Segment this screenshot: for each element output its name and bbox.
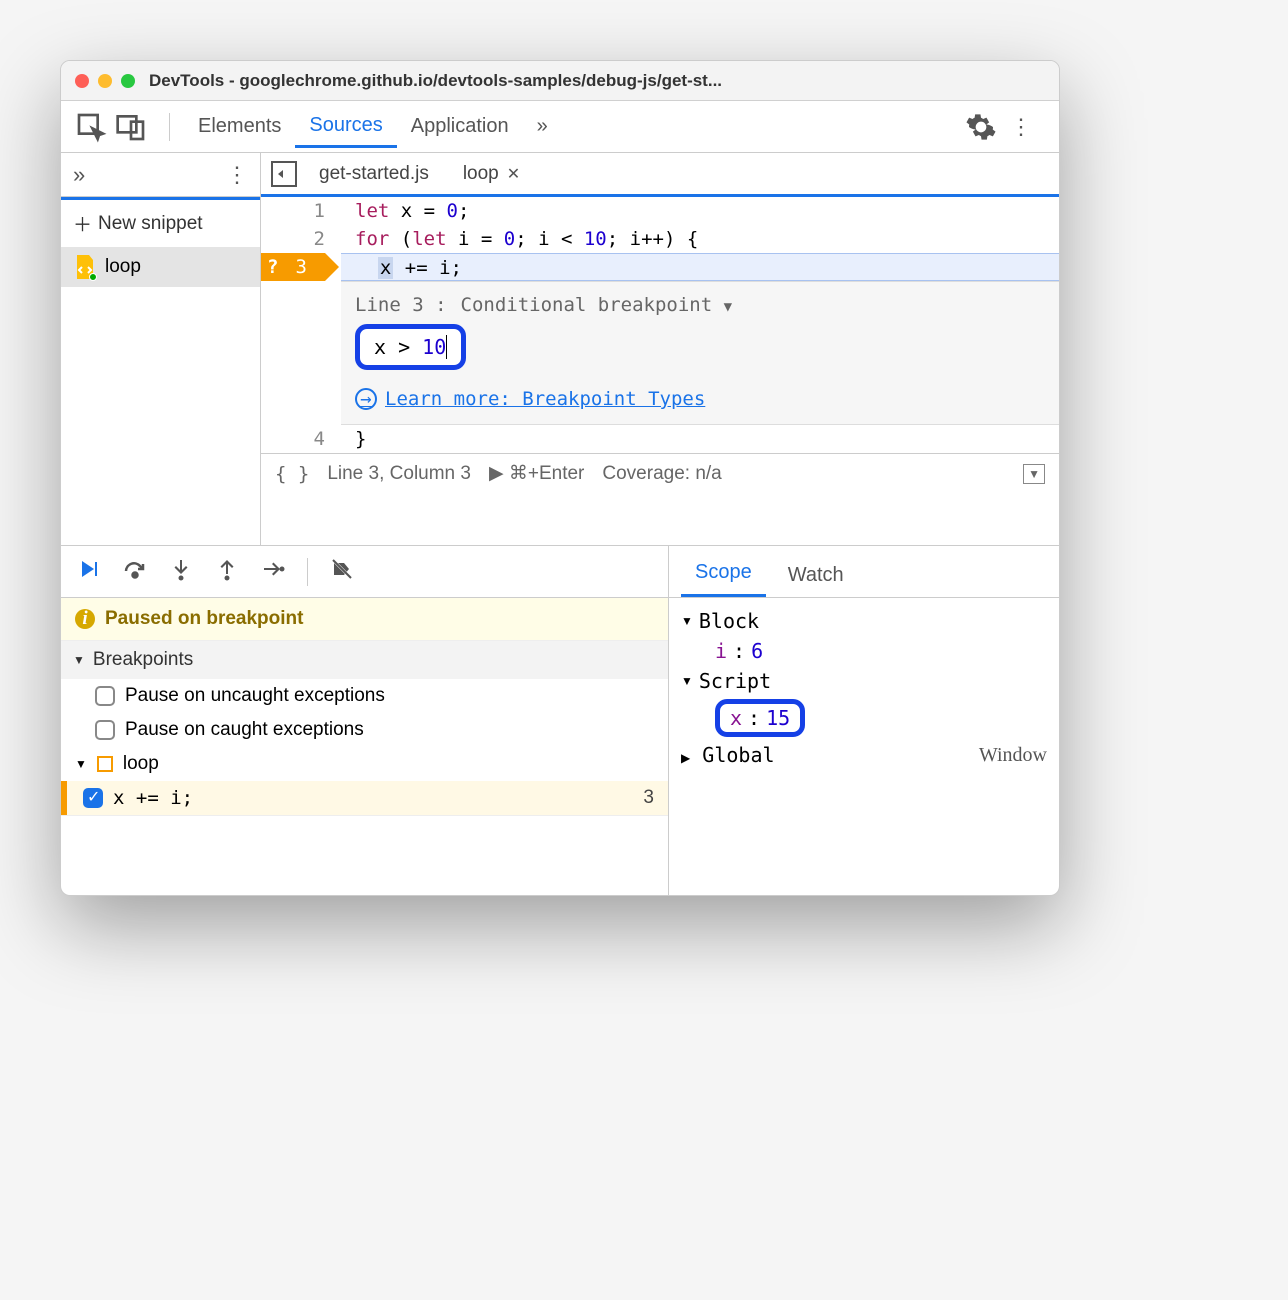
device-toggle-icon[interactable] — [115, 111, 147, 143]
disclosure-triangle-icon: ▼ — [73, 653, 85, 667]
pause-caught-label: Pause on caught exceptions — [125, 719, 364, 741]
scope-group[interactable]: ▼Block — [681, 606, 1047, 636]
arrow-circle-icon: → — [355, 388, 377, 410]
debugger-panel: i Paused on breakpoint ▼ Breakpoints Pau… — [61, 546, 669, 895]
format-icon[interactable]: { } — [275, 463, 309, 485]
resume-icon[interactable] — [77, 557, 101, 586]
step-over-icon[interactable] — [123, 557, 147, 586]
sidebar-head: » ⋮ — [61, 153, 260, 197]
devtools-window: DevTools - googlechrome.github.io/devtoo… — [60, 60, 1060, 896]
coverage-label: Coverage: n/a — [602, 463, 721, 485]
line-number[interactable]: 2 — [261, 225, 325, 253]
scope-group[interactable]: ▼Script — [681, 666, 1047, 696]
titlebar: DevTools - googlechrome.github.io/devtoo… — [61, 61, 1059, 101]
snippets-sidebar: » ⋮ ＋ New snippet loop — [61, 153, 261, 545]
inspect-icon[interactable] — [75, 111, 107, 143]
learn-more-link[interactable]: →Learn more: Breakpoint Types — [355, 388, 1059, 410]
bp-line-number: 3 — [643, 787, 654, 809]
close-icon[interactable]: ✕ — [507, 164, 520, 184]
file-tab-label: get-started.js — [319, 163, 429, 185]
new-snippet-button[interactable]: ＋ New snippet — [61, 200, 260, 247]
code-line[interactable]: let x = 0; — [341, 197, 1059, 225]
cursor-position: Line 3, Column 3 — [327, 463, 471, 485]
checkbox-icon[interactable] — [95, 720, 115, 740]
pause-caught-row[interactable]: Pause on caught exceptions — [61, 713, 668, 747]
code-editor[interactable]: 12?3 4 let x = 0;for (let i = 0; i < 10; … — [261, 197, 1059, 453]
file-tab-loop[interactable]: loop ✕ — [451, 157, 532, 191]
snippet-name: loop — [105, 256, 141, 278]
main-toolbar: Elements Sources Application » ⋮ — [61, 101, 1059, 153]
new-snippet-label: New snippet — [98, 213, 203, 235]
breakpoints-header[interactable]: ▼ Breakpoints — [61, 641, 668, 679]
pause-uncaught-label: Pause on uncaught exceptions — [125, 685, 385, 707]
tab-elements[interactable]: Elements — [184, 107, 295, 146]
line-number[interactable]: ?3 — [261, 253, 325, 281]
snippet-file-icon — [75, 255, 95, 279]
editor-tabs: get-started.js loop ✕ — [261, 153, 1059, 197]
kebab-menu-icon[interactable]: ⋮ — [1005, 111, 1037, 143]
navigator-toggle-icon[interactable] — [271, 161, 297, 187]
tab-application[interactable]: Application — [397, 107, 523, 146]
bp-file-label: loop — [123, 753, 159, 775]
plus-icon: ＋ — [73, 210, 92, 237]
checkbox-icon[interactable] — [83, 788, 103, 808]
line-number[interactable]: 4 — [261, 425, 325, 453]
pause-uncaught-row[interactable]: Pause on uncaught exceptions — [61, 679, 668, 713]
gear-icon[interactable] — [965, 111, 997, 143]
step-out-icon[interactable] — [215, 557, 239, 586]
file-tab-get-started[interactable]: get-started.js — [307, 157, 441, 191]
checkbox-icon[interactable] — [95, 686, 115, 706]
bp-code-text: x += i; — [113, 787, 193, 809]
tab-sources[interactable]: Sources — [295, 106, 396, 148]
scope-group[interactable]: ▶ GlobalWindow — [681, 740, 1047, 770]
run-shortcut[interactable]: ▶ ⌘+Enter — [489, 462, 584, 485]
sidebar-menu-icon[interactable]: ⋮ — [226, 162, 248, 188]
tab-watch[interactable]: Watch — [774, 554, 858, 597]
breakpoint-editor: Line 3 : Conditional breakpoint ▼ x > 10 →L… — [341, 281, 1059, 425]
step-icon[interactable] — [261, 557, 285, 586]
sidebar-more-icon[interactable]: » — [73, 162, 85, 188]
traffic-lights — [75, 74, 135, 88]
snippet-bp-icon — [97, 756, 113, 772]
code-line[interactable]: x += i; — [341, 253, 1059, 281]
toolbar-divider — [169, 113, 170, 141]
bp-type-dropdown[interactable]: Conditional breakpoint ▼ — [461, 294, 733, 316]
bp-condition-input[interactable]: x > 10 — [355, 324, 466, 370]
scope-variable[interactable]: i: 6 — [681, 636, 1047, 666]
info-icon: i — [75, 609, 95, 629]
more-tabs-icon[interactable]: » — [523, 107, 562, 146]
snippet-item-loop[interactable]: loop — [61, 247, 260, 287]
debug-toolbar — [61, 546, 668, 598]
step-into-icon[interactable] — [169, 557, 193, 586]
paused-label: Paused on breakpoint — [105, 608, 303, 630]
deactivate-breakpoints-icon[interactable] — [330, 557, 354, 586]
disclosure-triangle-icon: ▼ — [75, 757, 87, 771]
collapse-icon[interactable]: ▼ — [1023, 464, 1045, 484]
bp-entry-row[interactable]: x += i; 3 — [61, 781, 668, 815]
maximize-window-button[interactable] — [121, 74, 135, 88]
editor-area: get-started.js loop ✕ 12?3 4 let x = 0;fo… — [261, 153, 1059, 545]
code-line[interactable]: for (let i = 0; i < 10; i++) { — [341, 225, 1059, 253]
scope-panel: Scope Watch ▼Blocki: 6▼Scriptx: 15▶ Glob… — [669, 546, 1059, 895]
paused-banner: i Paused on breakpoint — [61, 598, 668, 641]
bp-file-row[interactable]: ▼ loop — [61, 747, 668, 781]
scope-tabs: Scope Watch — [669, 546, 1059, 598]
code-line[interactable]: } — [341, 425, 1059, 453]
close-window-button[interactable] — [75, 74, 89, 88]
breakpoints-label: Breakpoints — [93, 649, 193, 671]
editor-statusbar: { } Line 3, Column 3 ▶ ⌘+Enter Coverage:… — [261, 453, 1059, 493]
bp-line-label: Line 3 : — [355, 294, 447, 316]
line-number[interactable]: 1 — [261, 197, 325, 225]
window-title: DevTools - googlechrome.github.io/devtoo… — [149, 71, 722, 91]
tab-scope[interactable]: Scope — [681, 551, 766, 597]
scope-variable[interactable]: x: 15 — [681, 696, 1047, 740]
file-tab-label: loop — [463, 163, 499, 185]
minimize-window-button[interactable] — [98, 74, 112, 88]
